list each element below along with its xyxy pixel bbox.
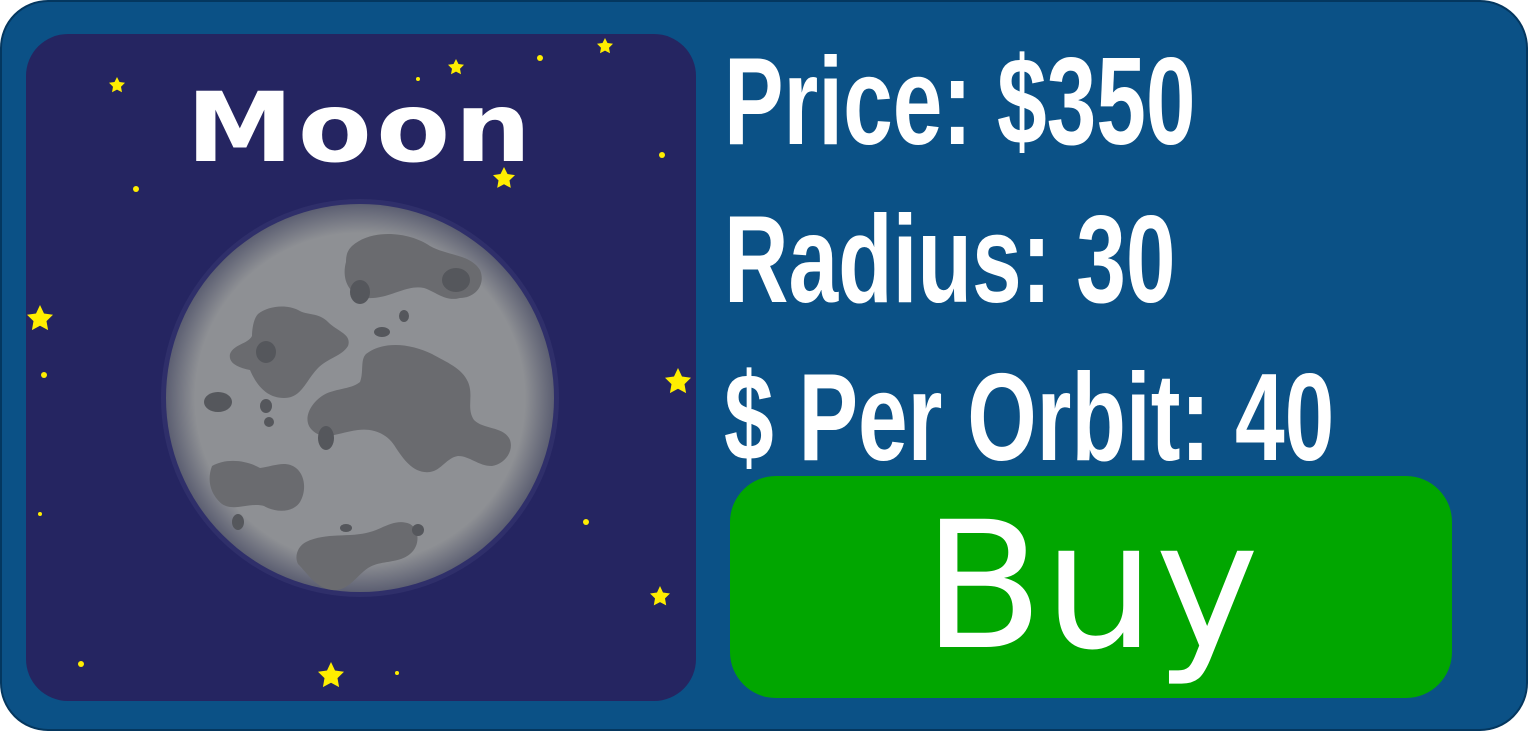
planet-preview: Moon: [26, 34, 696, 701]
per-orbit-label: $ Per Orbit: 40: [724, 349, 1335, 487]
buy-button[interactable]: Buy: [730, 476, 1452, 698]
buy-button-label: Buy: [922, 484, 1260, 689]
moon-icon: [161, 199, 559, 597]
shop-item-card: Moon Price: $350 Radius: 30 $ Per Orbit:…: [0, 0, 1528, 731]
price-label: Price: $350: [724, 33, 1196, 171]
planet-name: Moon: [186, 72, 536, 184]
radius-label: Radius: 30: [724, 191, 1176, 329]
